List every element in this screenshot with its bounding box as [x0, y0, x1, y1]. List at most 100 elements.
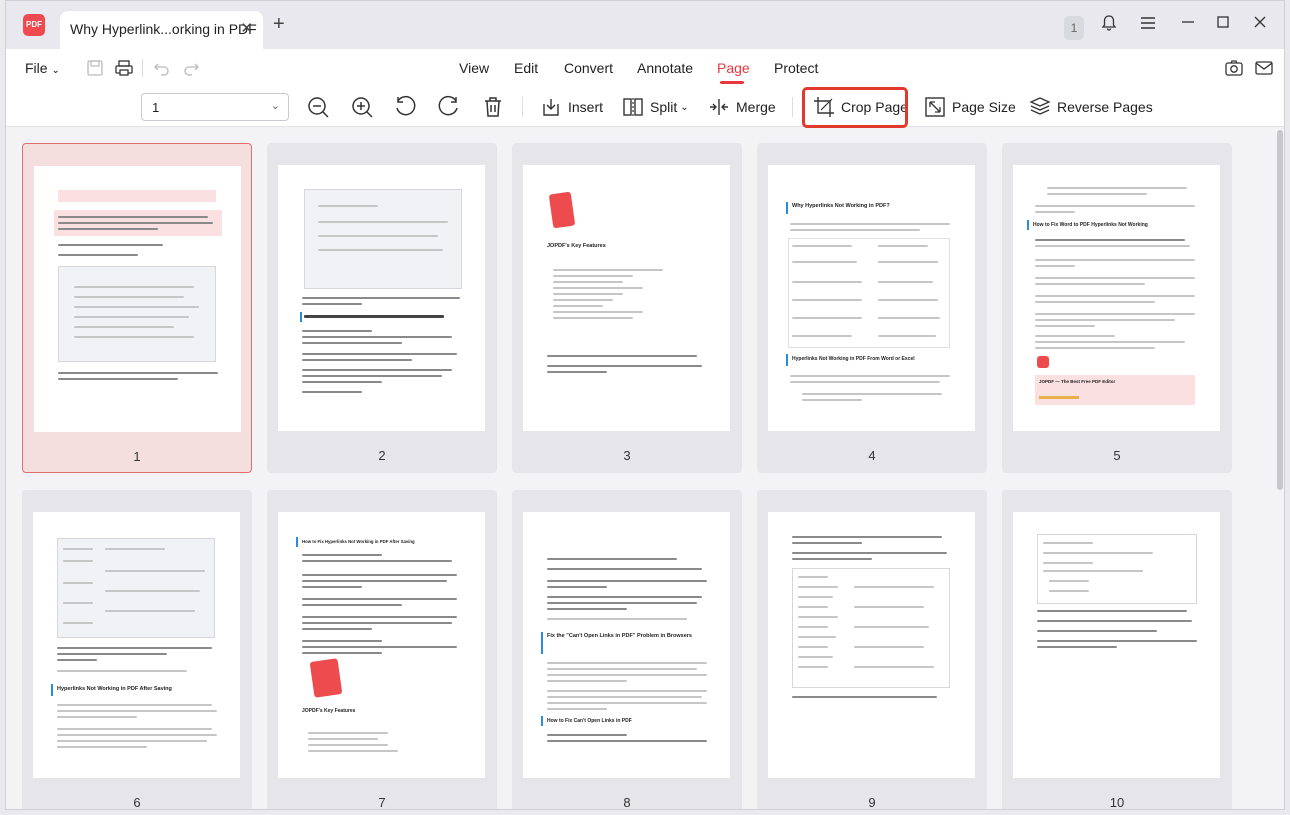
- page-heading: How to Fix Word to PDF Hyperlinks Not Wo…: [1033, 222, 1148, 228]
- page-preview: How to Fix Hyperlinks Not Working in PDF…: [278, 512, 485, 778]
- mail-icon[interactable]: [1254, 58, 1274, 78]
- page-thumbnail-1[interactable]: 1: [22, 143, 252, 473]
- page-heading: Hyperlinks Not Working in PDF After Savi…: [57, 686, 172, 692]
- page-toolbar: 1 ⌄ Insert Split ⌄ Merge Crop Page Page …: [6, 87, 1284, 128]
- page-number-label: 6: [133, 795, 141, 810]
- page-preview: [768, 512, 975, 778]
- camera-icon[interactable]: [1224, 58, 1244, 78]
- zoom-out-icon[interactable]: [306, 95, 330, 119]
- close-window-icon[interactable]: [1248, 14, 1272, 36]
- vertical-scrollbar[interactable]: [1274, 128, 1284, 809]
- page-thumbnail-6[interactable]: Hyperlinks Not Working in PDF After Savi…: [22, 490, 252, 810]
- page-thumbnail-grid: 1 2 JOPDF's Key Features 3 Why Hyperlink…: [6, 128, 1274, 810]
- chevron-down-icon: ⌄: [270, 100, 280, 112]
- page-heading: Why Hyperlinks Not Working in PDF?: [792, 203, 890, 209]
- page-number-label: 7: [378, 795, 386, 810]
- active-menu-indicator: [720, 81, 744, 84]
- page-thumbnail-2[interactable]: 2: [267, 143, 497, 473]
- app-window: PDF Why Hyperlink...orking in PDF ✕ + 1 …: [5, 0, 1285, 810]
- split-button[interactable]: Split ⌄: [622, 95, 689, 119]
- page-preview: [1013, 512, 1220, 778]
- file-menu-label: File: [25, 60, 48, 76]
- page-preview: JOPDF's Key Features: [523, 165, 730, 431]
- page-number-label: 9: [868, 795, 876, 810]
- insert-label: Insert: [568, 99, 604, 115]
- close-tab-icon[interactable]: ✕: [240, 19, 253, 37]
- delete-page-icon[interactable]: [481, 95, 505, 119]
- minimize-icon[interactable]: [1176, 14, 1200, 36]
- document-tab[interactable]: Why Hyperlink...orking in PDF ✕: [60, 11, 263, 49]
- new-tab-icon[interactable]: +: [273, 14, 285, 34]
- page-thumbnail-10[interactable]: 10: [1002, 490, 1232, 810]
- save-icon[interactable]: [85, 58, 105, 78]
- menu-edit[interactable]: Edit: [514, 60, 538, 76]
- page-preview: Hyperlinks Not Working in PDF After Savi…: [33, 512, 240, 778]
- reverse-pages-button[interactable]: Reverse Pages: [1029, 95, 1153, 119]
- tab-title: Why Hyperlink...orking in PDF: [70, 21, 257, 37]
- page-number-select[interactable]: 1 ⌄: [141, 93, 289, 121]
- page-heading: How to Fix Hyperlinks Not Working in PDF…: [302, 539, 415, 544]
- page-number-label: 8: [623, 795, 631, 810]
- crop-page-highlight: [802, 87, 908, 128]
- page-thumbnail-9[interactable]: 9: [757, 490, 987, 810]
- bell-icon[interactable]: [1097, 14, 1121, 36]
- menu-bar: File ⌄ View Edit Convert Annotate Page P…: [6, 49, 1284, 87]
- page-thumbnail-7[interactable]: How to Fix Hyperlinks Not Working in PDF…: [267, 490, 497, 810]
- merge-pages-icon: [710, 99, 728, 115]
- page-size-icon: [925, 97, 945, 117]
- chevron-down-icon: ⌄: [51, 65, 60, 76]
- page-heading-2: Hyperlinks Not Working in PDF From Word …: [792, 356, 915, 362]
- page-size-button[interactable]: Page Size: [924, 95, 1016, 119]
- page-number-label: 2: [378, 448, 386, 463]
- rotate-right-icon[interactable]: [437, 95, 461, 119]
- scrollbar-thumb[interactable]: [1277, 130, 1283, 490]
- split-label: Split: [650, 99, 678, 115]
- reverse-pages-label: Reverse Pages: [1057, 99, 1153, 115]
- page-heading-2: How to Fix Can't Open Links in PDF: [547, 718, 632, 724]
- hamburger-menu-icon[interactable]: [1136, 14, 1160, 36]
- split-page-icon: [623, 98, 643, 116]
- merge-label: Merge: [736, 99, 776, 115]
- menu-page[interactable]: Page: [717, 60, 750, 76]
- merge-button[interactable]: Merge: [708, 95, 776, 119]
- menu-convert[interactable]: Convert: [564, 60, 613, 76]
- redo-icon[interactable]: [181, 58, 201, 78]
- page-heading: Fix the "Can't Open Links in PDF" Proble…: [547, 633, 692, 639]
- insert-button[interactable]: Insert: [540, 95, 603, 119]
- page-thumbnail-4[interactable]: Why Hyperlinks Not Working in PDF? Hyper…: [757, 143, 987, 473]
- insert-page-icon: [543, 99, 559, 116]
- page-number-label: 10: [1109, 795, 1125, 810]
- file-menu[interactable]: File ⌄: [25, 60, 60, 76]
- maximize-icon[interactable]: [1211, 14, 1235, 36]
- page-thumbnail-8[interactable]: Fix the "Can't Open Links in PDF" Proble…: [512, 490, 742, 810]
- page-preview: How to Fix Word to PDF Hyperlinks Not Wo…: [1013, 165, 1220, 431]
- page-preview: [34, 166, 241, 432]
- undo-icon[interactable]: [152, 58, 172, 78]
- page-heading: JOPDF's Key Features: [547, 243, 606, 249]
- page-preview: Fix the "Can't Open Links in PDF" Proble…: [523, 512, 730, 778]
- print-icon[interactable]: [114, 58, 134, 78]
- page-thumbnail-3[interactable]: JOPDF's Key Features 3: [512, 143, 742, 473]
- menu-divider: [142, 59, 143, 77]
- page-thumbnail-5[interactable]: How to Fix Word to PDF Hyperlinks Not Wo…: [1002, 143, 1232, 473]
- page-preview: Why Hyperlinks Not Working in PDF? Hyper…: [768, 165, 975, 431]
- page-preview: [278, 165, 485, 431]
- app-logo-icon: PDF: [23, 14, 45, 36]
- menu-annotate[interactable]: Annotate: [637, 60, 693, 76]
- chevron-down-icon: ⌄: [680, 101, 689, 113]
- toolbar-divider: [522, 97, 523, 117]
- menu-view[interactable]: View: [459, 60, 489, 76]
- page-number-label: 1: [133, 449, 141, 464]
- menu-protect[interactable]: Protect: [774, 60, 818, 76]
- page-select-value: 1: [152, 100, 160, 115]
- page-number-label: 3: [623, 448, 631, 463]
- notification-count-badge[interactable]: 1: [1064, 16, 1084, 40]
- page-heading-2: JOPDF's Key Features: [302, 708, 356, 714]
- rotate-left-icon[interactable]: [393, 95, 417, 119]
- promo-card-title: JOPDF — The Best Free PDF Editor: [1039, 379, 1116, 384]
- toolbar-divider: [792, 97, 793, 117]
- page-number-label: 4: [868, 448, 876, 463]
- page-size-label: Page Size: [952, 99, 1016, 115]
- reverse-pages-icon: [1029, 97, 1051, 115]
- zoom-in-icon[interactable]: [350, 95, 374, 119]
